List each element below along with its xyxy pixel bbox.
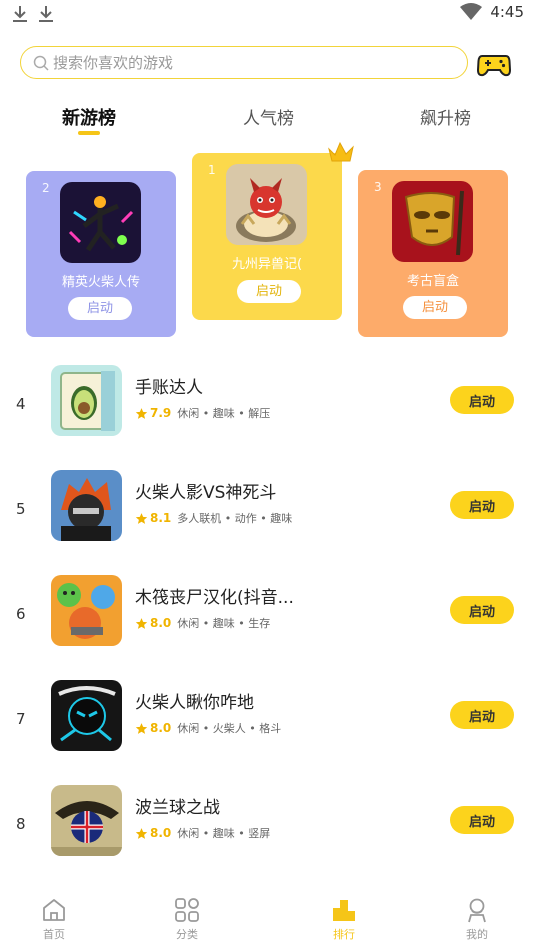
star-icon	[135, 722, 148, 735]
profile-icon	[447, 897, 507, 923]
nav-category[interactable]: 分类	[157, 897, 217, 942]
podium-rank: 3	[374, 180, 382, 194]
podium-card-rank-3[interactable]: 3 考古盲盒 启动	[358, 170, 508, 337]
nav-profile[interactable]: 我的	[447, 897, 507, 942]
search-box[interactable]	[20, 46, 468, 79]
podium-card-rank-2[interactable]: 2 精英火柴人传 启动	[26, 171, 176, 337]
launch-button[interactable]: 启动	[450, 386, 514, 414]
search-icon	[33, 55, 49, 71]
gamepad-icon[interactable]	[476, 46, 512, 80]
download-icon	[12, 4, 28, 24]
crown-icon	[326, 139, 356, 165]
tab-new-games[interactable]: 新游榜	[62, 104, 116, 130]
launch-button[interactable]: 启动	[68, 297, 132, 320]
tab-rising[interactable]: 飙升榜	[420, 104, 471, 129]
game-tags: 休闲 • 趣味 • 竖屏	[177, 827, 271, 840]
game-score: 8.0	[150, 616, 172, 630]
bottom-nav: 首页 分类 排行 我的	[0, 893, 534, 951]
star-icon	[135, 512, 148, 525]
game-tags: 休闲 • 趣味 • 生存	[177, 617, 271, 630]
game-icon-journal-master	[51, 365, 122, 436]
game-tags: 休闲 • 趣味 • 解压	[177, 407, 271, 420]
game-title: 手账达人	[135, 378, 203, 398]
launch-button[interactable]: 启动	[450, 701, 514, 729]
game-icon-raft-zombie	[51, 575, 122, 646]
list-rank: 5	[16, 500, 26, 518]
podium-card-rank-1[interactable]: 1 九州异兽记( 启动	[192, 153, 342, 320]
status-bar: 4:45	[0, 0, 534, 30]
game-score: 8.1	[150, 511, 172, 525]
podium-game-name: 精英火柴人传	[61, 275, 140, 290]
game-meta: 8.0 休闲 • 趣味 • 竖屏	[135, 825, 270, 841]
search-row	[20, 46, 514, 80]
nav-label: 排行	[333, 928, 355, 941]
launch-button[interactable]: 启动	[237, 280, 301, 303]
star-icon	[135, 407, 148, 420]
launch-button[interactable]: 启动	[450, 596, 514, 624]
game-title: 木筏丧尸汉化(抖音...	[135, 588, 294, 608]
launch-button[interactable]: 启动	[450, 806, 514, 834]
game-score: 7.9	[150, 406, 172, 420]
podium-game-name: 考古盲盒	[406, 274, 459, 289]
ranking-icon	[314, 897, 374, 923]
home-icon	[24, 897, 84, 923]
game-icon-archaeology-box	[392, 181, 473, 262]
nav-home[interactable]: 首页	[24, 897, 84, 942]
status-clock: 4:45	[490, 3, 524, 21]
game-icon-stickman-shadow	[51, 470, 122, 541]
star-icon	[135, 827, 148, 840]
search-input[interactable]	[53, 53, 433, 72]
game-title: 波兰球之战	[135, 798, 220, 818]
podium-game-name: 九州异兽记(	[231, 257, 303, 272]
game-score: 8.0	[150, 721, 172, 735]
nav-label: 首页	[43, 928, 65, 941]
list-rank: 6	[16, 605, 26, 623]
nav-label: 分类	[176, 928, 198, 941]
tab-popular[interactable]: 人气榜	[243, 104, 294, 129]
game-meta: 7.9 休闲 • 趣味 • 解压	[135, 405, 270, 421]
game-meta: 8.0 休闲 • 火柴人 • 格斗	[135, 720, 281, 736]
grid-icon	[157, 897, 217, 923]
list-item[interactable]: 6 木筏丧尸汉化(抖音... 8.0 休闲 • 趣味 • 生存 启动	[0, 575, 534, 655]
wifi-icon	[460, 3, 483, 21]
game-meta: 8.1 多人联机 • 动作 • 趣味	[135, 510, 292, 526]
list-rank: 4	[16, 395, 26, 413]
game-score: 8.0	[150, 826, 172, 840]
list-rank: 7	[16, 710, 26, 728]
game-title: 火柴人影VS神死斗	[135, 483, 277, 503]
launch-button[interactable]: 启动	[403, 296, 467, 319]
game-title: 火柴人瞅你咋地	[135, 693, 254, 713]
podium-rank: 2	[42, 181, 50, 195]
game-tags: 多人联机 • 动作 • 趣味	[177, 512, 293, 525]
star-icon	[135, 617, 148, 630]
game-meta: 8.0 休闲 • 趣味 • 生存	[135, 615, 270, 631]
nav-ranking[interactable]: 排行	[314, 897, 374, 942]
tab-indicator	[78, 131, 100, 135]
list-item[interactable]: 5 火柴人影VS神死斗 8.1 多人联机 • 动作 • 趣味 启动	[0, 470, 534, 550]
game-tags: 休闲 • 火柴人 • 格斗	[177, 722, 282, 735]
list-item[interactable]: 4 手账达人 7.9 休闲 • 趣味 • 解压 启动	[0, 365, 534, 445]
game-icon-elite-stickman	[60, 182, 141, 263]
nav-label: 我的	[466, 928, 488, 941]
list-item[interactable]: 8 波兰球之战 8.0 休闲 • 趣味 • 竖屏 启动	[0, 785, 534, 865]
download-icon	[38, 4, 54, 24]
list-item[interactable]: 7 火柴人瞅你咋地 8.0 休闲 • 火柴人 • 格斗 启动	[0, 680, 534, 760]
game-icon-jiuzhou-beast	[226, 164, 307, 245]
list-rank: 8	[16, 815, 26, 833]
game-icon-polandball	[51, 785, 122, 856]
podium-rank: 1	[208, 163, 216, 177]
launch-button[interactable]: 启动	[450, 491, 514, 519]
game-icon-stickman-fight	[51, 680, 122, 751]
